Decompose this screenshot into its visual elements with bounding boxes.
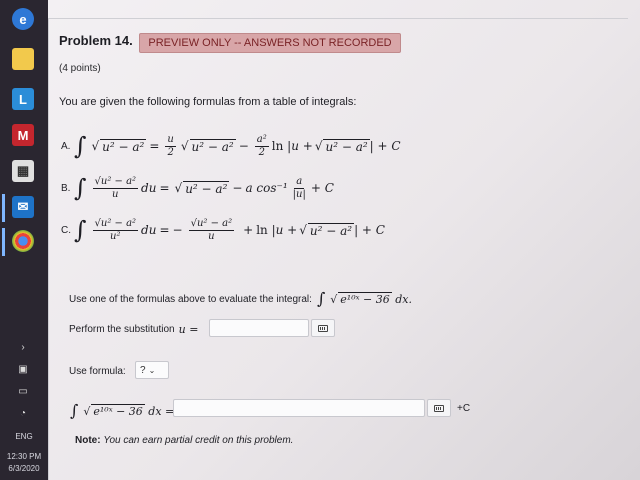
edge-icon[interactable]: e: [12, 8, 34, 30]
use-formula-label: Use formula:: [69, 366, 126, 377]
active-app-indicator: [2, 194, 5, 222]
formula-label: A.: [61, 140, 71, 152]
evaluate-prompt: Use one of the formulas above to evaluat…: [69, 293, 312, 305]
clock-date[interactable]: 6/3/2020: [0, 464, 48, 474]
problem-points: (4 points): [59, 63, 101, 74]
answer-integral-label: ∫ √ e¹⁰ˣ − 36 dx =: [70, 401, 175, 420]
formula-b-math: ∫ √u² − a² u du = √ u² − a² − a cos⁻¹ a |u|…: [74, 174, 334, 202]
problem-title: Problem 14.: [59, 33, 133, 48]
battery-icon[interactable]: ▭: [16, 386, 30, 398]
evaluate-prompt-row: Use one of the formulas above to evaluat…: [69, 291, 412, 307]
problem-panel: Problem 14. PREVIEW ONLY -- ANSWERS NOT …: [48, 18, 628, 480]
target-integral: ∫ √ e¹⁰ˣ − 36 dx.: [316, 289, 412, 308]
mail-icon[interactable]: ✉: [12, 196, 34, 218]
keyboard-icon: [318, 324, 328, 332]
security-icon[interactable]: ▣: [16, 364, 30, 376]
mcafee-icon[interactable]: M: [12, 124, 34, 146]
file-explorer-icon[interactable]: [12, 48, 34, 70]
substitution-variable: u =: [178, 323, 199, 336]
substitution-prompt: Perform the substitution: [69, 324, 175, 335]
formula-select-value: ?: [140, 364, 146, 376]
formula-label: C.: [61, 224, 71, 236]
answer-keyboard-button[interactable]: [427, 399, 451, 417]
formula-b: B. ∫ √u² − a² u du = √ u² − a² − a cos⁻¹ a…: [61, 171, 334, 205]
store-icon[interactable]: ▦: [12, 160, 34, 182]
note: Note: You can earn partial credit on thi…: [75, 435, 293, 446]
active-app-indicator: [2, 228, 5, 256]
plus-c-label: +C: [457, 403, 471, 414]
note-label: Note:: [75, 435, 101, 446]
taskbar: e L M ▦ ✉ › ▣ ▭ ◔ ENG 12:30 PM 6/3/2020: [0, 0, 48, 480]
chevron-down-icon: ⌄: [148, 365, 156, 375]
chevron-up-icon[interactable]: ›: [16, 342, 30, 354]
chrome-icon[interactable]: [12, 230, 34, 252]
substitution-input[interactable]: [209, 319, 309, 337]
problem-intro: You are given the following formulas fro…: [59, 96, 357, 108]
substitution-row: Perform the substitution u =: [69, 323, 198, 336]
formula-c: C. ∫ √u² − a² u² du = − √u² − a² u + ln |u…: [61, 213, 385, 247]
wifi-icon[interactable]: ◔: [16, 408, 30, 420]
substitution-keyboard-button[interactable]: [311, 319, 335, 337]
clock-time[interactable]: 12:30 PM: [0, 452, 48, 462]
formula-a-math: ∫ √ u² − a² = u2 √ u² − a² − a² 2 ln |u + √…: [74, 132, 401, 160]
keyboard-icon: [434, 404, 444, 412]
browser-page: Problem 14. PREVIEW ONLY -- ANSWERS NOT …: [48, 0, 640, 480]
preview-banner: PREVIEW ONLY -- ANSWERS NOT RECORDED: [139, 33, 401, 53]
answer-input[interactable]: [173, 399, 425, 417]
formula-c-math: ∫ √u² − a² u² du = − √u² − a² u + ln |u + …: [74, 216, 385, 244]
formula-select[interactable]: ? ⌄: [135, 361, 169, 379]
l-app-icon[interactable]: L: [12, 88, 34, 110]
formula-a: A. ∫ √ u² − a² = u2 √ u² − a² − a² 2 ln |u …: [61, 129, 401, 163]
language-indicator[interactable]: ENG: [0, 432, 48, 442]
note-text: You can earn partial credit on this prob…: [103, 435, 294, 446]
formula-label: B.: [61, 182, 71, 194]
